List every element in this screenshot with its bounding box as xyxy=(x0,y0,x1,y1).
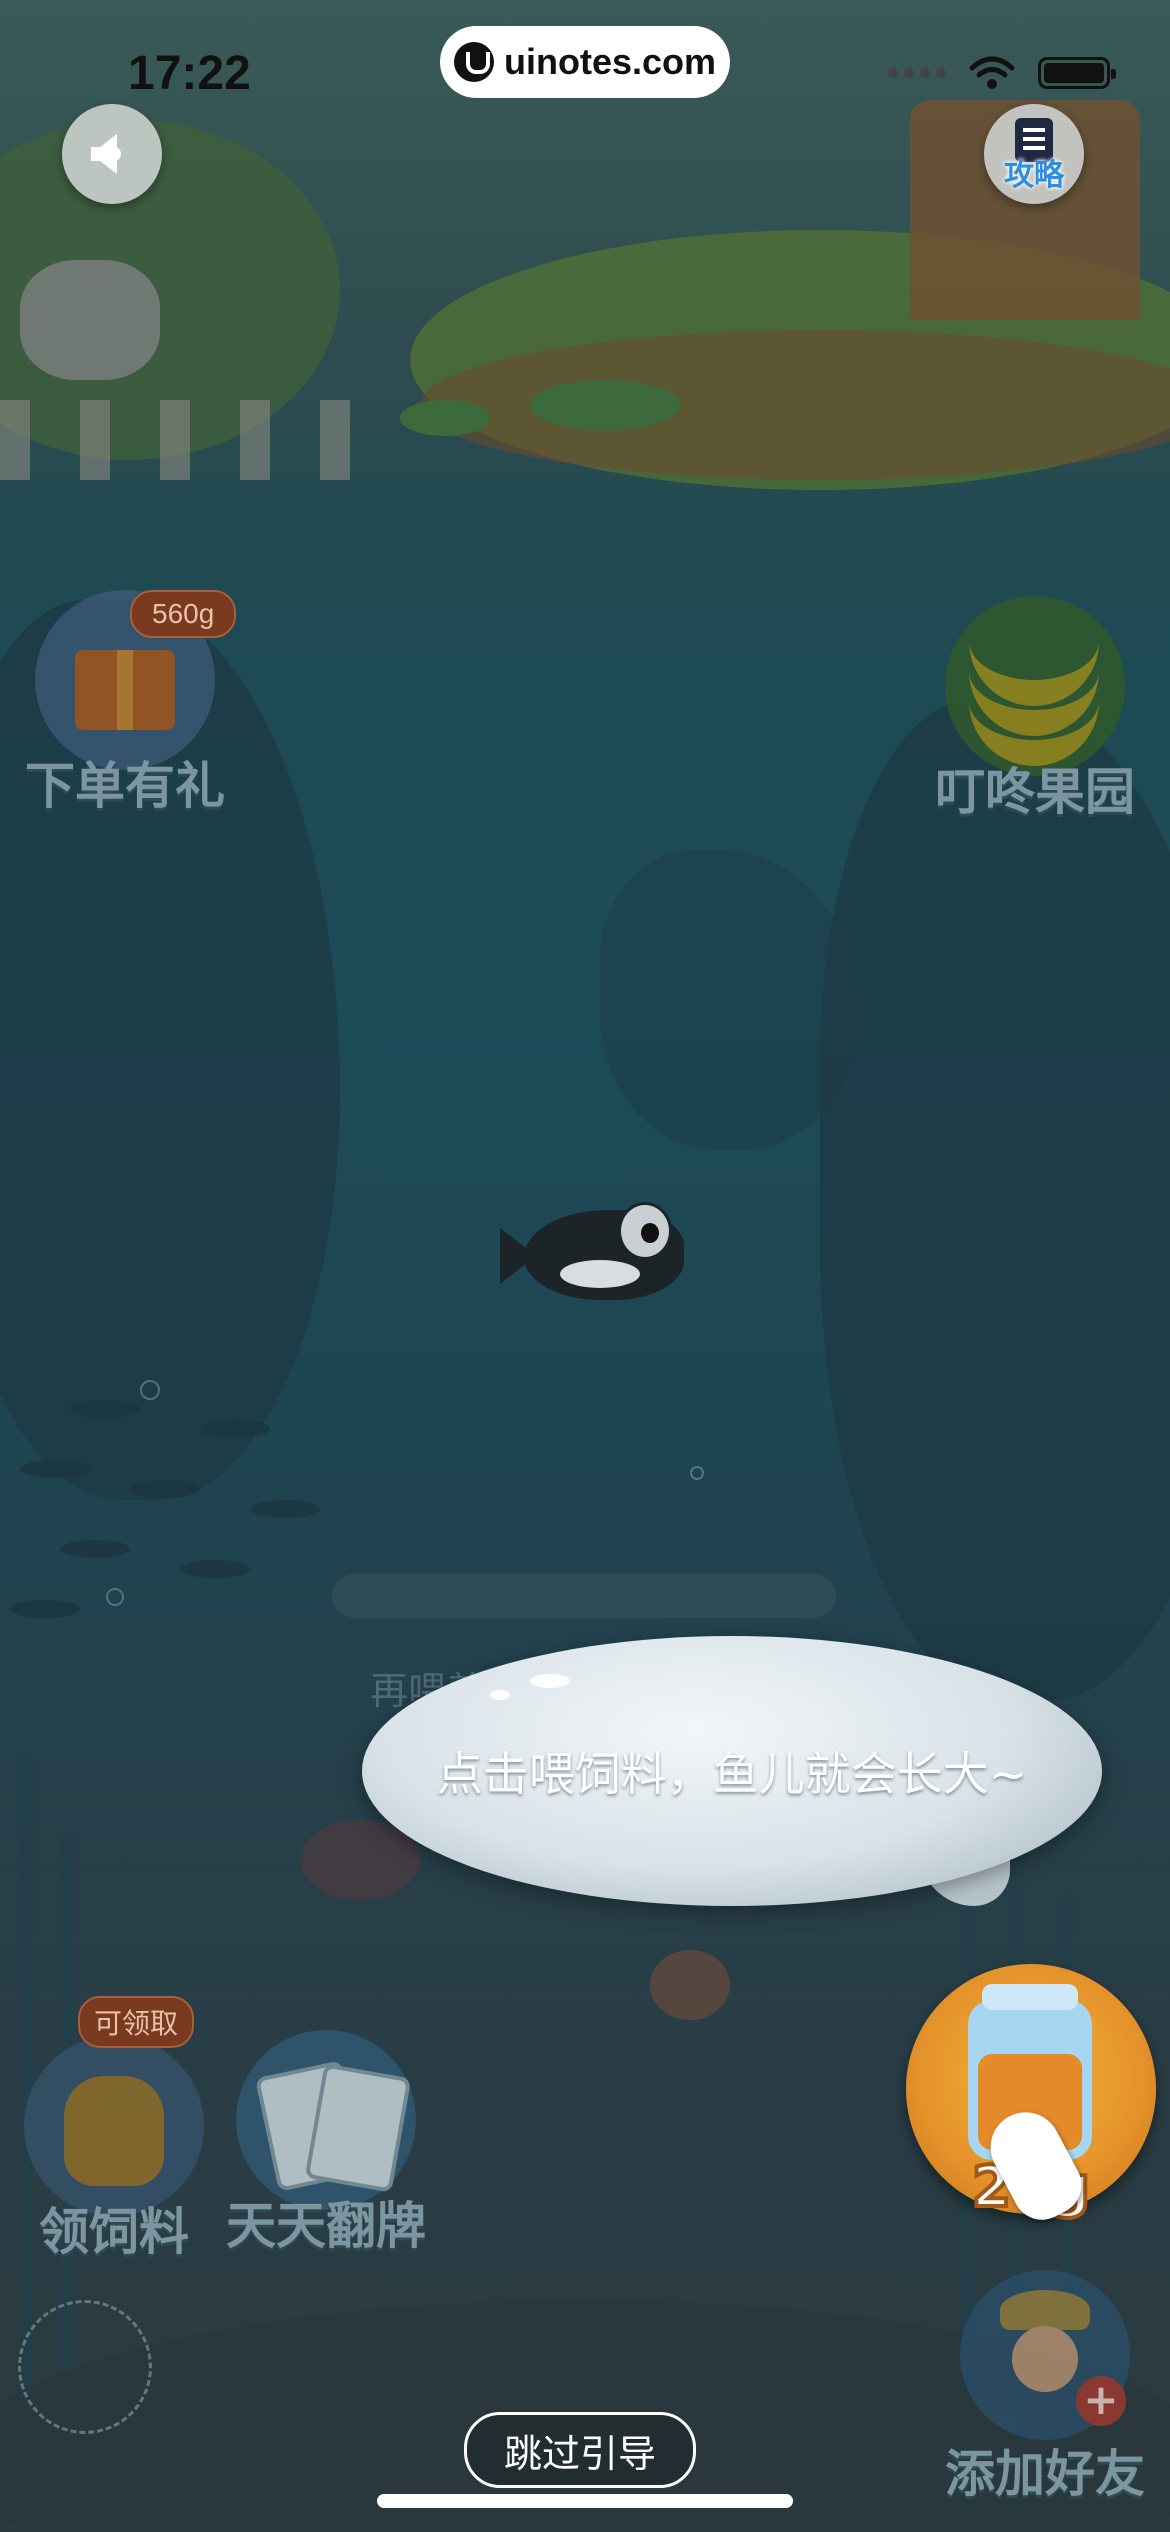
growth-progress-bar xyxy=(332,1574,836,1618)
add-friend-button[interactable]: + 添加好友 xyxy=(940,2270,1150,2506)
plus-icon: + xyxy=(1076,2376,1126,2426)
flip-cards-icon xyxy=(236,2030,416,2210)
banana-icon xyxy=(945,596,1125,776)
daily-flip-button[interactable]: 天天翻牌 xyxy=(226,2030,426,2258)
back-arrow-icon xyxy=(91,134,121,174)
uinotes-logo-icon xyxy=(453,42,494,82)
dingdong-orchard-label: 叮咚果园 xyxy=(935,763,1135,821)
home-indicator[interactable] xyxy=(377,2494,793,2508)
status-indicators xyxy=(888,56,1116,90)
fence xyxy=(0,400,360,480)
get-feed-button[interactable]: 领饲料 xyxy=(14,2036,214,2264)
watermark-text: uinotes.com xyxy=(503,41,717,82)
get-feed-badge: 可领取 xyxy=(78,1996,195,2048)
skip-guide-button[interactable]: 跳过引导 xyxy=(464,2412,696,2488)
wifi-icon xyxy=(969,56,1015,89)
order-gift-label: 下单有礼 xyxy=(25,757,225,815)
back-button[interactable] xyxy=(62,104,162,204)
guide-button[interactable]: 攻略 xyxy=(984,104,1084,204)
player-fish[interactable] xyxy=(500,1200,690,1310)
daily-flip-label: 天天翻牌 xyxy=(226,2197,426,2255)
feed-bag-icon xyxy=(24,2036,204,2216)
cellular-signal-icon xyxy=(888,68,946,78)
tutorial-bubble-text: 点击喂饲料，鱼儿就会长大~ xyxy=(436,1747,1028,1801)
gift-box-icon xyxy=(75,650,175,730)
status-time: 17:22 xyxy=(128,47,251,100)
dingdong-orchard-button[interactable]: 叮咚果园 xyxy=(930,596,1140,824)
empty-slot xyxy=(18,2300,152,2434)
add-friend-label: 添加好友 xyxy=(945,2445,1145,2503)
fish-farm-game-screen: 17:22 uinotes.com 攻略 下单有礼 560g 叮咚果园 点击喂饲… xyxy=(0,0,1170,2532)
watermark: uinotes.com xyxy=(440,26,730,98)
get-feed-label: 领饲料 xyxy=(39,2203,189,2261)
fish-eye-icon xyxy=(618,1202,672,1260)
battery-icon xyxy=(1038,57,1116,89)
cow xyxy=(20,260,160,380)
order-gift-badge: 560g xyxy=(130,590,237,638)
farmer-avatar-icon: + xyxy=(960,2270,1130,2440)
guide-label: 攻略 xyxy=(1004,158,1064,193)
